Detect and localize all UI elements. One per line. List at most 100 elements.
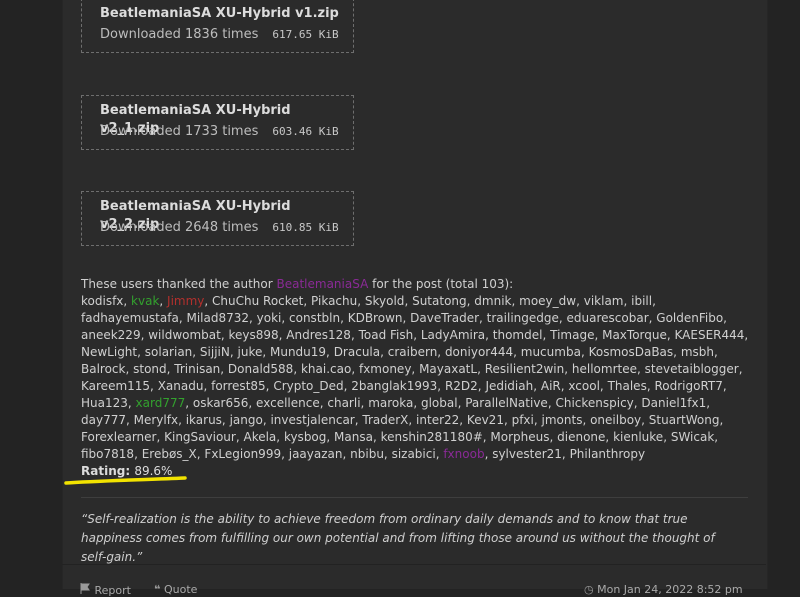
thanked-user-link[interactable]: oskar656 xyxy=(193,396,249,410)
thanked-user-link[interactable]: eduarescobar xyxy=(567,311,649,325)
thanked-user-link[interactable]: Chickenspicy xyxy=(555,396,633,410)
thanked-user-link[interactable]: inter22 xyxy=(416,413,459,427)
attachment-filename[interactable]: BeatlemaniaSA XU-Hybrid v1.zip xyxy=(100,5,353,23)
thanked-user-link[interactable]: NewLight xyxy=(81,345,137,359)
thanked-user-link[interactable]: wildwombat xyxy=(148,328,221,342)
thanked-user-link[interactable]: sylvester21 xyxy=(492,447,562,461)
thanked-user-link[interactable]: ParallelNative xyxy=(465,396,548,410)
thanked-user-link[interactable]: Akela xyxy=(243,430,276,444)
thanked-user-link[interactable]: global xyxy=(421,396,458,410)
thanked-user-link[interactable]: craibern xyxy=(388,345,438,359)
thanked-user-link[interactable]: MayaxatL xyxy=(419,362,477,376)
thanked-user-link[interactable]: solarian xyxy=(145,345,193,359)
thanked-user-link[interactable]: Toad Fish xyxy=(359,328,414,342)
thanked-user-link[interactable]: 2banglak1993 xyxy=(351,379,437,393)
thanked-user-link[interactable]: Erebøs_X xyxy=(142,447,197,461)
thanked-user-link[interactable]: Timage xyxy=(550,328,594,342)
thanked-user-link[interactable]: xard777 xyxy=(136,396,186,410)
thanked-user-link[interactable]: Balrock xyxy=(81,362,125,376)
thanked-user-link[interactable]: Morpheus xyxy=(490,430,549,444)
thanked-user-link[interactable]: Merylfx xyxy=(134,413,178,427)
thanked-user-link[interactable]: Skyold xyxy=(365,294,405,308)
thanked-user-link[interactable]: fxnoob xyxy=(443,447,484,461)
attachment-box[interactable]: BeatlemaniaSA XU-Hybrid v2_1.zip Downloa… xyxy=(81,95,354,150)
thanked-user-link[interactable]: kodisfx xyxy=(81,294,123,308)
thanked-user-link[interactable]: KingSaviour xyxy=(164,430,236,444)
thanked-user-link[interactable]: xcool xyxy=(568,379,600,393)
thanked-user-link[interactable]: jmonts xyxy=(542,413,583,427)
thanked-user-link[interactable]: MaxTorque xyxy=(602,328,667,342)
thanked-user-link[interactable]: Pikachu xyxy=(311,294,357,308)
thanked-user-link[interactable]: Dracula xyxy=(334,345,380,359)
attachment-box[interactable]: BeatlemaniaSA XU-Hybrid v1.zip Downloade… xyxy=(81,0,354,53)
thanked-user-link[interactable]: fibo7818 xyxy=(81,447,134,461)
thanked-user-link[interactable]: Mansa xyxy=(334,430,373,444)
thanked-user-link[interactable]: constbln xyxy=(289,311,340,325)
thanked-user-link[interactable]: jango xyxy=(230,413,263,427)
thanked-user-link[interactable]: stond xyxy=(133,362,167,376)
thanked-user-link[interactable]: hellomrtee xyxy=(572,362,637,376)
thanked-user-link[interactable]: AiR xyxy=(541,379,561,393)
thanked-user-link[interactable]: trailingedge xyxy=(487,311,559,325)
thanked-user-link[interactable]: dienone xyxy=(557,430,605,444)
thanked-user-link[interactable]: TraderX xyxy=(362,413,408,427)
thanked-user-link[interactable]: KAESER444 xyxy=(675,328,745,342)
thanked-user-link[interactable]: ikarus xyxy=(186,413,222,427)
thanked-user-link[interactable]: maroka xyxy=(368,396,413,410)
thanked-user-link[interactable]: SijjiN xyxy=(200,345,230,359)
thanked-user-link[interactable]: Hua123 xyxy=(81,396,128,410)
thanked-user-link[interactable]: day777 xyxy=(81,413,126,427)
thanked-user-link[interactable]: GoldenFibo xyxy=(656,311,723,325)
thanked-user-link[interactable]: RodrigoRT7 xyxy=(654,379,722,393)
thanked-user-link[interactable]: StuartWong xyxy=(649,413,720,427)
thanked-user-link[interactable]: aneek229 xyxy=(81,328,141,342)
thanked-user-link[interactable]: Xanadu xyxy=(158,379,204,393)
thanked-user-link[interactable]: khai.cao xyxy=(301,362,351,376)
thanked-user-link[interactable]: ibill xyxy=(631,294,652,308)
report-button[interactable]: Report xyxy=(80,583,131,597)
thanked-user-link[interactable]: Mundu19 xyxy=(270,345,326,359)
thanked-user-link[interactable]: Andres128 xyxy=(286,328,351,342)
thanked-user-link[interactable]: dmnik xyxy=(474,294,511,308)
thanked-user-link[interactable]: Daniel1fx1 xyxy=(641,396,706,410)
thanked-user-link[interactable]: thomdel xyxy=(493,328,543,342)
thanked-user-link[interactable]: DaveTrader xyxy=(410,311,479,325)
thanked-user-link[interactable]: Sutatong xyxy=(412,294,467,308)
thanked-user-link[interactable]: juke xyxy=(238,345,263,359)
thanked-user-link[interactable]: stevetaiblogger xyxy=(645,362,739,376)
thanked-user-link[interactable]: kvak xyxy=(131,294,159,308)
thanked-user-link[interactable]: viklam xyxy=(584,294,624,308)
thanked-user-link[interactable]: Donald588 xyxy=(228,362,293,376)
thanked-user-link[interactable]: investjalencar xyxy=(270,413,354,427)
thanked-user-link[interactable]: SWicak xyxy=(671,430,714,444)
thanked-user-link[interactable]: fxmoney xyxy=(359,362,411,376)
thanked-user-link[interactable]: KDBrown xyxy=(348,311,403,325)
thanked-user-link[interactable]: mucumba xyxy=(521,345,581,359)
thanked-user-link[interactable]: sizabici xyxy=(392,447,436,461)
thanked-user-link[interactable]: LadyAmira xyxy=(421,328,485,342)
thanked-user-link[interactable]: R2D2 xyxy=(445,379,478,393)
thanked-user-link[interactable]: oneilboy xyxy=(590,413,641,427)
thanked-user-link[interactable]: Jimmy xyxy=(167,294,204,308)
thanked-user-link[interactable]: charli xyxy=(327,396,360,410)
attachment-box[interactable]: BeatlemaniaSA XU-Hybrid v2_2.zip Downloa… xyxy=(81,191,354,246)
thanked-user-link[interactable]: Thales xyxy=(608,379,647,393)
thanked-user-link[interactable]: Jedidiah xyxy=(485,379,533,393)
thanked-user-link[interactable]: kysbog xyxy=(284,430,326,444)
thanked-user-link[interactable]: ChuChu Rocket xyxy=(212,294,303,308)
thanked-user-link[interactable]: Kev21 xyxy=(467,413,504,427)
thanked-user-link[interactable]: KosmosDaBas xyxy=(589,345,674,359)
thanked-user-link[interactable]: yoki xyxy=(257,311,282,325)
thanked-user-link[interactable]: kienluke xyxy=(613,430,663,444)
quote-button[interactable]: ❝ Quote xyxy=(154,583,197,596)
thanked-user-link[interactable]: pfxi xyxy=(512,413,534,427)
thanked-user-link[interactable]: Crypto_Ded xyxy=(273,379,343,393)
thanked-user-link[interactable]: doniyor444 xyxy=(445,345,513,359)
thanked-user-link[interactable]: jaayazan xyxy=(289,447,343,461)
thanked-user-link[interactable]: FxLegion999 xyxy=(204,447,281,461)
thanked-user-link[interactable]: Philanthropy xyxy=(570,447,646,461)
thanked-user-link[interactable]: msbh xyxy=(681,345,714,359)
thanked-user-link[interactable]: nbibu xyxy=(350,447,384,461)
thanked-user-link[interactable]: Kareem115 xyxy=(81,379,150,393)
thanked-user-link[interactable]: forrest85 xyxy=(211,379,266,393)
